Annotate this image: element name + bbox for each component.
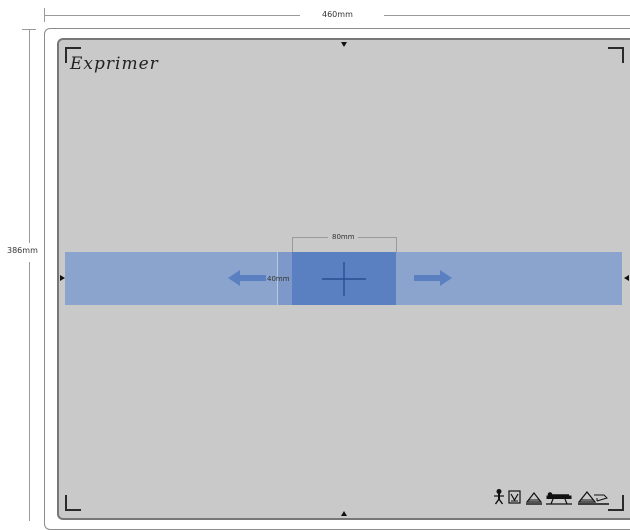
center-height-label: 40mm	[267, 275, 290, 283]
top-center-marker-icon	[341, 42, 347, 47]
table-patient-icon	[546, 492, 572, 505]
detector-icon	[508, 490, 521, 504]
orientation-icons	[494, 489, 609, 505]
center-width-line-right	[358, 237, 396, 238]
center-width-tick-right	[396, 237, 397, 252]
arrow-right-icon	[414, 270, 452, 286]
arrow-left-icon	[228, 270, 266, 286]
width-dim-line-left	[44, 15, 300, 16]
corner-mark-top-right	[608, 47, 624, 63]
person-icon	[494, 489, 504, 505]
height-dimension-label: 386mm	[7, 246, 38, 255]
width-dimension-label: 460mm	[322, 10, 353, 19]
height-dim-line-bottom	[29, 262, 30, 521]
brand-logo: Exprimer	[70, 54, 159, 74]
crosshair-icon	[322, 262, 366, 296]
center-width-label: 80mm	[332, 233, 355, 241]
table-warning-icon	[577, 491, 609, 505]
corner-mark-bottom-left	[65, 495, 81, 511]
right-center-marker-icon	[624, 275, 629, 281]
center-width-tick-left	[292, 237, 293, 252]
center-width-line-left	[292, 237, 328, 238]
width-dim-line-right	[384, 15, 630, 16]
table-icon	[525, 492, 543, 505]
bottom-center-marker-icon	[341, 511, 347, 516]
height-dim-line-top	[29, 29, 30, 243]
